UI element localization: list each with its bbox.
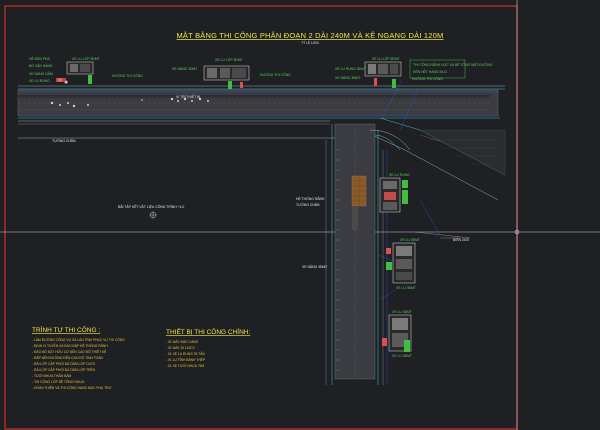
sequence-item: - THI CÔNG LỚP BÊ TÔNG NHỰA xyxy=(32,379,85,384)
label-top-left-2: BỐ VẬN HÀNH xyxy=(29,63,53,68)
sequence-item: - ĐÀO BỎ ĐẤT HỮU CƠ ĐẾN CAO ĐỘ THIẾT KẾ xyxy=(32,349,107,354)
label-vr-4: XE LU 3ĐMT xyxy=(400,238,420,242)
label-veh3c: XE NÂNG 3ĐMT xyxy=(335,76,360,80)
label-road-left: TƯỜNG CHẮN xyxy=(52,138,76,143)
label-vr-8: XE LU 3ĐMT xyxy=(392,310,412,314)
drawing-title: MẶT BẰNG THI CÔNG PHÂN ĐOẠN 2 DÀI 240M V… xyxy=(176,31,443,40)
label-top-left-3: XE NÂNG DẦM xyxy=(29,72,53,76)
label-top-left-4: XE LU RUNG xyxy=(29,79,50,83)
label-veh3b: XE LU RUNG 3ĐMT xyxy=(335,67,366,71)
label-vr-9: XE LU 3ĐMT xyxy=(392,354,412,358)
label-road-top: VỊ TRÍ THIẾT BỊ xyxy=(176,94,200,99)
label-top-left-1: HỆ ĐÈN PHA xyxy=(29,56,50,61)
label-center-note: BÃI TẬP KẾT VẬT LIỆU CÔNG TRÌNH +4.0 xyxy=(118,204,184,209)
sequence-item: - ĐỊNH VỊ TUYẾN VÀ ĐÀO ĐẮP HỆ THỐNG RÃNH xyxy=(32,343,108,348)
sequence-item: - RẢI LỚP CẤP PHỐI ĐÁ DĂM LỚP DƯỚI xyxy=(32,361,95,366)
label-vr-5: XE NÂNG 3ĐMT xyxy=(302,265,327,269)
sequence-item: - HOÀN THIỆN VÀ THI CÔNG HẠNG MỤC PHỤ TR… xyxy=(32,385,112,390)
sequence-heading: TRÌNH TỰ THI CÔNG : xyxy=(32,325,100,334)
label-veh2c: HƯỚNG THI CÔNG xyxy=(260,72,291,77)
equipment-item: - 01 MÁY ĐÀO 0.8M3 xyxy=(166,340,198,344)
label-vr-2: HỆ THỐNG RÃNH xyxy=(296,196,325,201)
sequence-item: - TƯỚI NHỰA THẤM BÁM xyxy=(32,373,72,378)
label-vr-6: XE LU 3ĐMT xyxy=(396,286,416,290)
equipment-item: - 01 LU TĨNH BÁNH THÉP xyxy=(166,357,206,362)
label-veh2: XE LU LỐP 3ĐMT xyxy=(215,57,243,62)
note-box-line-2: ĐẾN HẾT HẠNG MỤC xyxy=(413,69,448,74)
sequence-item: - RẢI LỚP CẤP PHỐI ĐÁ DĂM LỚP TRÊN xyxy=(32,367,96,372)
label-vr-7: BIÊN GIỚI xyxy=(453,237,469,242)
drawing-scale: TỶ LỆ 1/200 xyxy=(301,40,319,45)
label-veh3d: HƯỚNG THI CÔNG xyxy=(412,76,443,81)
label-veh1b: HƯỚNG THI CÔNG xyxy=(112,73,143,78)
equipment-item: - 01 XE LU RUNG 25 TẤN xyxy=(166,352,205,356)
equipment-item: - 01 MÁY ỦI 110CV xyxy=(166,345,195,350)
note-box-line-1: THI CÔNG RÃNH DỌC VÀ BÊ TÔNG MẶT ĐƯỜNG xyxy=(413,62,493,67)
label-veh1: XE LU LỐP 3ĐMT xyxy=(72,56,100,61)
sequence-item: - ĐẮP NỀN ĐƯỜNG ĐẾN CAO ĐỘ TÍNH TOÁN xyxy=(32,355,103,360)
label-vr-3: TƯỜNG CHẮN xyxy=(296,202,320,207)
equipment-item: - 01 XE TƯỚI NHỰA 7M3 xyxy=(166,363,204,368)
label-veh3: XE LU LỐP 3ĐMT xyxy=(372,56,400,61)
label-veh2b: XE NÂNG 3ĐMT xyxy=(172,67,197,71)
construction-plan-drawing: MẶT BẰNG THI CÔNG PHÂN ĐOẠN 2 DÀI 240M V… xyxy=(0,0,600,430)
label-vr-1: XE LU RUNG xyxy=(389,173,410,177)
sequence-item: - LÀM ĐƯỜNG CÔNG VỤ VÀ LÁN TRẠI PHỤC VỤ … xyxy=(32,337,125,342)
